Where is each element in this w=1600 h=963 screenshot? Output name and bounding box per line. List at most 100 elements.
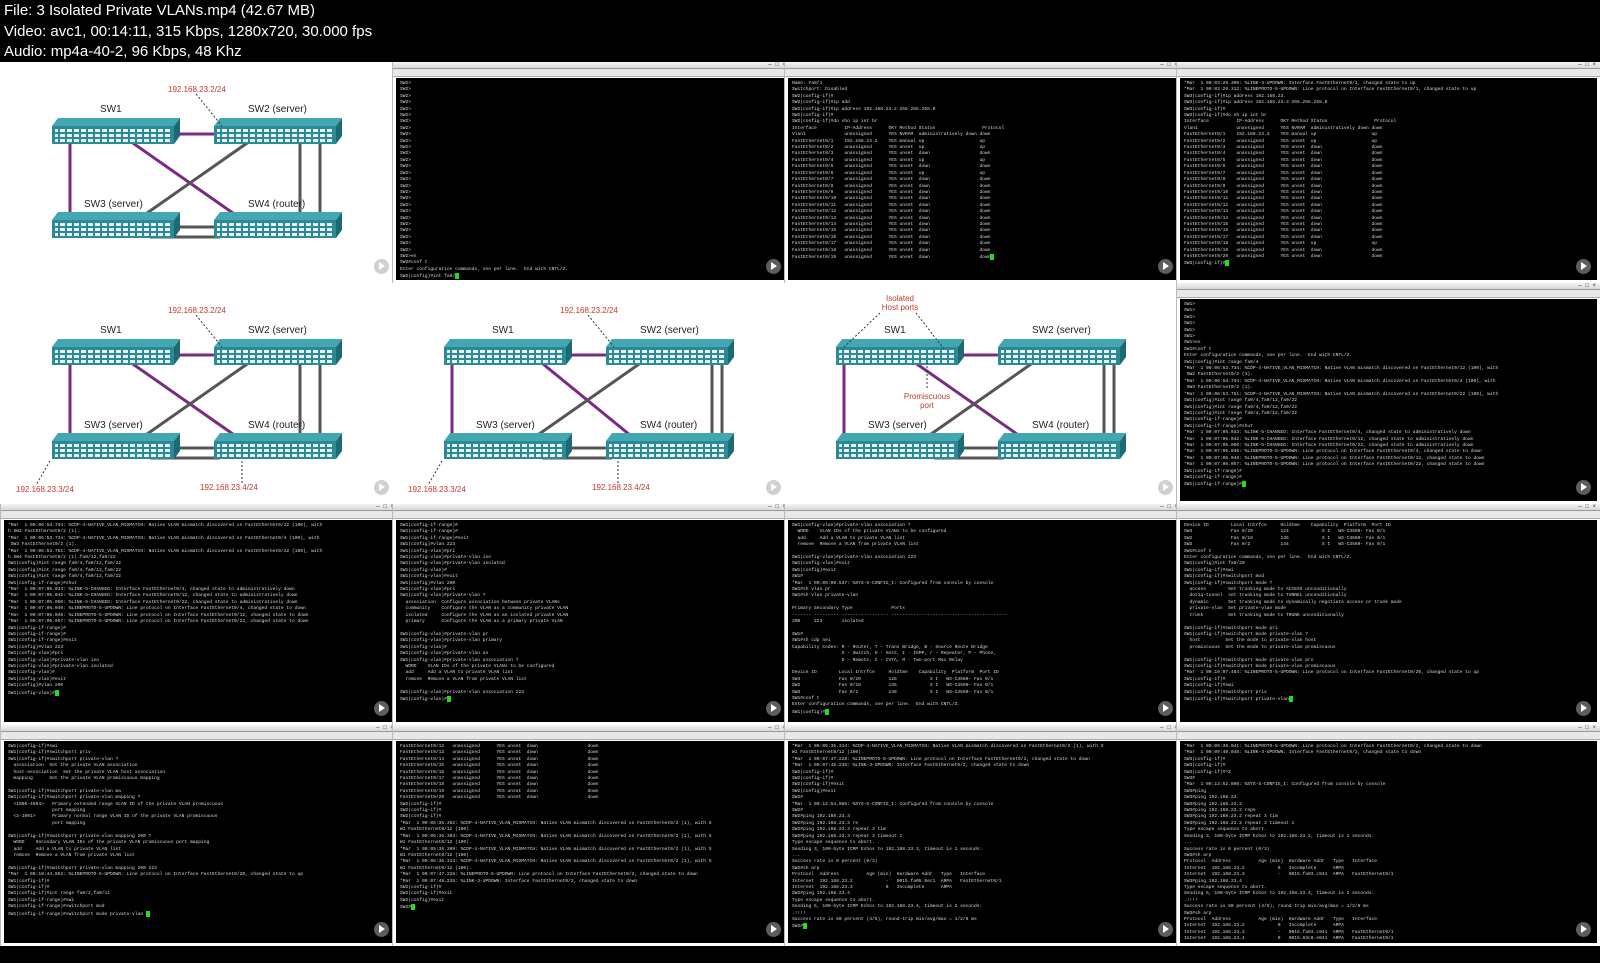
window-toolbar (393, 69, 790, 77)
play-icon[interactable] (1158, 259, 1173, 274)
play-icon[interactable] (1576, 701, 1591, 716)
window-toolbar (1177, 732, 1600, 740)
play-icon[interactable] (766, 701, 781, 716)
terminal-output: SW1(config-vlan)#private-vlan associatio… (788, 520, 1179, 722)
cursor-icon (455, 273, 460, 280)
terminal-output: SW1(config-if-range)# SW1(config-if-rang… (396, 520, 787, 722)
window-toolbar (1177, 69, 1600, 77)
window-titlebar: – □ × (1, 725, 398, 732)
promiscuous-port-label: Promiscuous port (904, 392, 950, 410)
play-icon[interactable] (1576, 922, 1591, 937)
cursor-icon (145, 910, 150, 917)
video-info-line: Video: avc1, 00:14:11, 315 Kbps, 1280x72… (4, 22, 373, 40)
play-icon[interactable] (1158, 480, 1173, 495)
play-icon[interactable] (1576, 259, 1591, 274)
ip-sw3-label: 192.168.23.3/24 (16, 485, 74, 494)
ip-sw4-label: 192.168.23.4/24 (592, 483, 650, 492)
thumbnail-terminal-1[interactable]: – □ × SW2> SW2> SW2> SW2> SW2> SW2> SW2>… (392, 62, 790, 283)
thumbnail-terminal-8[interactable]: – □ × Device ID Local Intrfce Holdtme Ca… (1176, 504, 1600, 725)
window-titlebar: – □ × (785, 504, 1182, 511)
sw1-label: SW1 (492, 325, 514, 336)
play-icon[interactable] (374, 701, 389, 716)
network-diagram: SW1 SW2 (server) SW3 (server) SW4 (route… (408, 306, 734, 494)
terminal-output: SW2> SW2> SW2> SW2> SW2> SW2> SW2> SW2> … (396, 78, 787, 280)
file-info-line: File: 3 Isolated Private VLANs.mp4 (42.6… (4, 2, 315, 19)
thumbnail-terminal-11[interactable]: – □ × *Mar 1 00:05:35.314: %CDP-4-NATIVE… (784, 725, 1182, 946)
network-diagram: SW1 SW2 (server) SW3 (server) SW4 (route… (836, 294, 1126, 460)
terminal-output: SW1> SW1> SW1> SW1> SW1> SW1> SW1>en SW1… (1180, 299, 1597, 501)
thumbnail-terminal-7[interactable]: – □ × SW1(config-vlan)#private-vlan asso… (784, 504, 1182, 725)
cursor-icon (990, 253, 995, 260)
thumbnail-terminal-2[interactable]: – □ × Name: Fa0/1 Switchport: Disabled S… (784, 62, 1182, 283)
terminal-output: *Mar 1 00:06:53.734: %CDP-4-NATIVE_VLAN_… (4, 520, 395, 722)
play-icon[interactable] (766, 259, 781, 274)
sw1-label: SW1 (100, 104, 122, 115)
thumbnail-diagram-3[interactable]: SW1 SW2 (server) SW3 (server) SW4 (route… (392, 283, 790, 504)
thumbnail-terminal-5[interactable]: – □ × *Mar 1 00:06:53.734: %CDP-4-NATIVE… (0, 504, 398, 725)
thumbnail-terminal-9[interactable]: – □ × SW1(config-if)#swi SW1(config-if)#… (0, 725, 398, 946)
window-toolbar (1, 511, 398, 519)
sw3-label: SW3 (server) (868, 420, 927, 431)
play-icon[interactable] (374, 259, 389, 274)
sw4-label: SW4 (router) (248, 199, 305, 210)
cursor-icon (825, 708, 830, 715)
sw1-label: SW1 (100, 325, 122, 336)
play-icon[interactable] (374, 922, 389, 937)
thumbnail-terminal-4[interactable]: – □ × SW1> SW1> SW1> SW1> SW1> SW1> SW1>… (1176, 283, 1600, 504)
thumbnail-terminal-10[interactable]: – □ × FastEthernet0/12 unassigned YES un… (392, 725, 790, 946)
window-titlebar: – □ × (1, 504, 398, 511)
window-titlebar: – □ × (393, 62, 790, 69)
thumbnail-diagram-4[interactable]: SW1 SW2 (server) SW3 (server) SW4 (route… (784, 283, 1182, 504)
thumbnail-diagram-1[interactable]: SW1 SW2 (server) SW3 (server) SW4 (route… (0, 62, 398, 283)
terminal-output: *Mar 1 00:05:35.314: %CDP-4-NATIVE_VLAN_… (788, 741, 1179, 943)
terminal-output: *Mar 1 00:03:28.305: %LINK-3-UPDOWN: Int… (1180, 78, 1597, 280)
play-icon[interactable] (1576, 480, 1591, 495)
sw4-label: SW4 (router) (640, 420, 697, 431)
cursor-icon (1288, 695, 1293, 702)
terminal-output: FastEthernet0/12 unassigned YES unset do… (396, 741, 787, 943)
play-icon[interactable] (766, 480, 781, 495)
audio-info-line: Audio: mp4a-40-2, 96 Kbps, 48 Khz (4, 43, 242, 60)
sw2-label: SW2 (server) (1032, 325, 1091, 336)
window-toolbar (785, 511, 1182, 519)
ip-sw2-label: 192.168.23.2/24 (168, 85, 226, 94)
sw1-label: SW1 (884, 325, 906, 336)
window-titlebar: – □ × (1177, 725, 1600, 732)
network-diagram: SW1 SW2 (server) SW3 (server) SW4 (route… (16, 306, 342, 494)
window-toolbar (1, 732, 398, 740)
window-toolbar (785, 69, 1182, 77)
window-titlebar: – □ × (785, 62, 1182, 69)
window-titlebar: – □ × (393, 725, 790, 732)
window-toolbar (1177, 290, 1600, 298)
thumbnail-terminal-3[interactable]: – □ × *Mar 1 00:03:28.305: %LINK-3-UPDOW… (1176, 62, 1600, 283)
cursor-icon (446, 695, 451, 702)
sw2-label: SW2 (server) (640, 325, 699, 336)
sw2-label: SW2 (server) (248, 104, 307, 115)
play-icon[interactable] (1158, 922, 1173, 937)
thumbnail-terminal-12[interactable]: – □ × *Mar 1 00:09:39.041: %LINEPROTO-5-… (1176, 725, 1600, 946)
window-toolbar (785, 732, 1182, 740)
window-toolbar (393, 511, 790, 519)
ip-sw4-label: 192.168.23.4/24 (200, 483, 258, 492)
play-icon[interactable] (1158, 701, 1173, 716)
sw4-label: SW4 (router) (248, 420, 305, 431)
sw3-label: SW3 (server) (84, 420, 143, 431)
ip-sw2-label: 192.168.23.2/24 (168, 306, 226, 315)
ip-sw2-label: 192.168.23.2/24 (560, 306, 618, 315)
cursor-icon (1225, 260, 1230, 267)
window-toolbar (393, 732, 790, 740)
sw2-label: SW2 (server) (248, 325, 307, 336)
terminal-output: Name: Fa0/1 Switchport: Disabled SW2(con… (788, 78, 1179, 280)
play-icon[interactable] (374, 480, 389, 495)
window-toolbar (1177, 511, 1600, 519)
sw3-label: SW3 (server) (476, 420, 535, 431)
terminal-output: SW1(config-if)#swi SW1(config-if)#switch… (4, 741, 395, 943)
window-titlebar: – □ × (1177, 62, 1600, 69)
thumbnail-terminal-6[interactable]: – □ × SW1(config-if-range)# SW1(config-i… (392, 504, 790, 725)
play-icon[interactable] (766, 922, 781, 937)
thumbnail-diagram-2[interactable]: SW1 SW2 (server) SW3 (server) SW4 (route… (0, 283, 398, 504)
window-titlebar: – □ × (785, 725, 1182, 732)
sw4-label: SW4 (router) (1032, 420, 1089, 431)
window-titlebar: – □ × (393, 504, 790, 511)
file-info-header: File: 3 Isolated Private VLANs.mp4 (42.6… (0, 0, 1600, 62)
